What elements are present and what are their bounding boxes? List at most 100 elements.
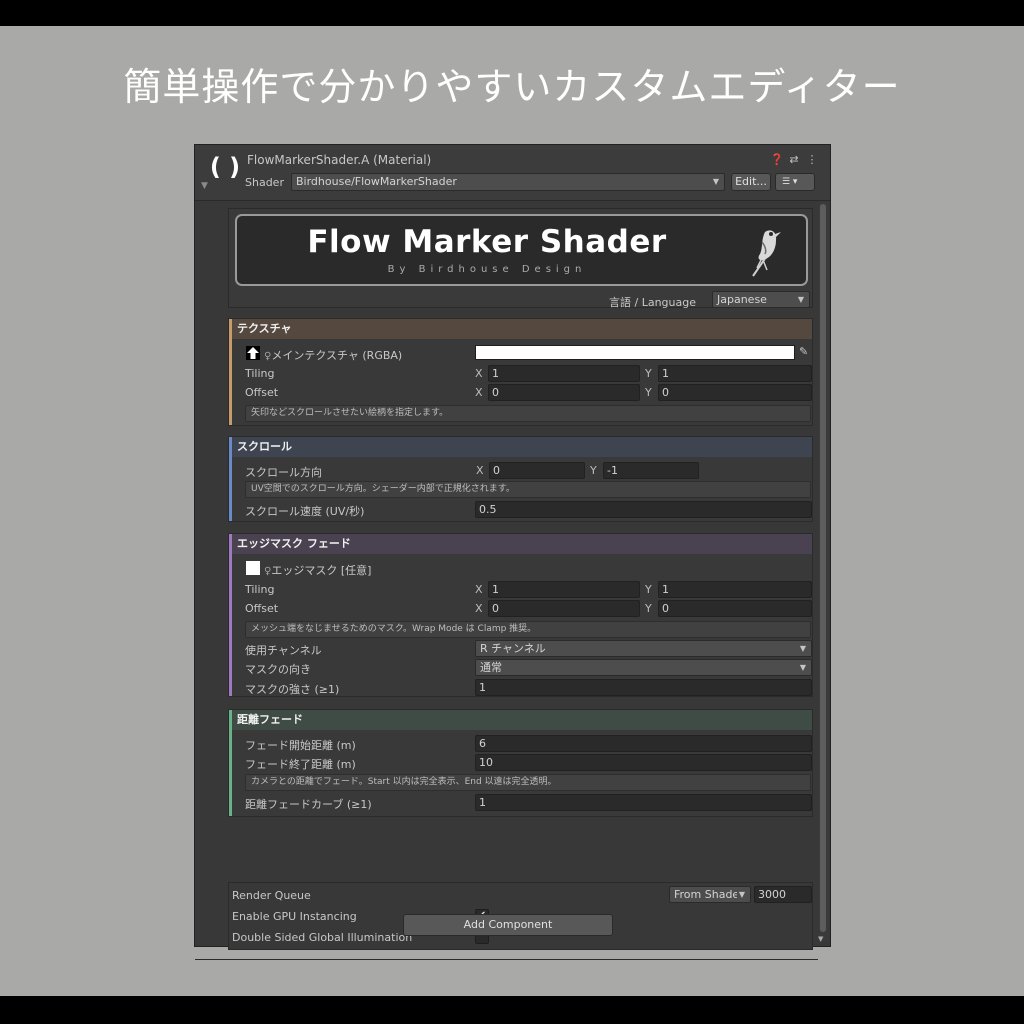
edge-mask-label: ♀エッジマスク [任意]	[264, 564, 372, 577]
chevron-down-icon: ▼	[712, 177, 719, 186]
mask-direction-label: マスクの向き	[245, 663, 311, 676]
scroll-down-icon[interactable]: ▼	[818, 935, 823, 943]
scroll-speed-label: スクロール速度 (UV/秒)	[245, 505, 365, 518]
scroll-speed-input[interactable]: 0.5	[475, 501, 812, 518]
render-queue-label: Render Queue	[232, 889, 311, 902]
fade-start-input[interactable]: 6	[475, 735, 812, 752]
fade-end-label: フェード終了距離 (m)	[245, 758, 356, 771]
unity-material-icon: ( )	[209, 153, 241, 181]
add-component-button[interactable]: Add Component	[403, 914, 613, 936]
axis-y-label: Y	[645, 583, 652, 596]
distance-fade-section: 距離フェード フェード開始距離 (m) 6 フェード終了距離 (m) 10 カメ…	[228, 709, 813, 817]
render-queue-mode-dropdown[interactable]: From Shader ▼	[669, 886, 751, 903]
bird-icon	[752, 230, 781, 277]
distance-fade-section-header[interactable]: 距離フェード	[229, 710, 812, 730]
channel-dropdown[interactable]: R チャンネル ▼	[475, 640, 812, 657]
arrow-texture-thumbnail[interactable]	[246, 346, 260, 360]
scroll-accent-bar	[229, 437, 232, 521]
channel-dropdown-value: R チャンネル	[480, 642, 546, 655]
texture-help-box: 矢印などスクロールさせたい絵柄を指定します。	[245, 405, 811, 422]
language-dropdown-value: Japanese	[717, 293, 767, 306]
mask-strength-label: マスクの強さ (≥1)	[245, 683, 340, 696]
texture-tiling-y-input[interactable]: 1	[658, 365, 812, 382]
edge-tiling-y-input[interactable]: 1	[658, 581, 812, 598]
eyedropper-icon[interactable]: ✎	[799, 345, 808, 358]
language-label: 言語 / Language	[609, 296, 696, 309]
distance-fade-accent-bar	[229, 710, 232, 816]
edge-offset-label: Offset	[245, 602, 279, 615]
axis-y-label: Y	[645, 602, 652, 615]
fade-start-label: フェード開始距離 (m)	[245, 739, 356, 752]
preset-icon[interactable]: ⇄	[788, 153, 800, 166]
material-title: FlowMarkerShader.A (Material)	[247, 153, 432, 167]
axis-x-label: X	[475, 386, 483, 399]
foldout-arrow-icon[interactable]: ▼	[201, 181, 208, 191]
banner-logo: Flow Marker Shader By Birdhouse Design	[235, 214, 808, 286]
material-inspector: ( ) ▼ FlowMarkerShader.A (Material) ❓ ⇄ …	[194, 144, 831, 960]
scroll-section: スクロール スクロール方向 X 0 Y -1 UV空間でのスクロール方向。シェー…	[228, 436, 813, 522]
texture-accent-bar	[229, 319, 232, 425]
chevron-down-icon: ▼	[797, 295, 804, 304]
scroll-section-header[interactable]: スクロール	[229, 437, 812, 457]
render-queue-input[interactable]: 3000	[754, 886, 812, 903]
shader-label: Shader	[245, 176, 284, 189]
texture-section: テクスチャ ♀メインテクスチャ (RGBA) ✎ Tiling X 1 Y 1 …	[228, 318, 813, 426]
edge-mask-section: エッジマスク フェード ♀エッジマスク [任意] Tiling X 1 Y 1 …	[228, 533, 813, 697]
edge-tiling-label: Tiling	[245, 583, 275, 596]
texture-offset-y-input[interactable]: 0	[658, 384, 812, 401]
fade-end-input[interactable]: 10	[475, 754, 812, 771]
edge-offset-x-input[interactable]: 0	[488, 600, 640, 617]
scroll-direction-x-input[interactable]: 0	[489, 462, 585, 479]
chevron-down-icon: ▼	[736, 887, 745, 902]
scrollbar-thumb[interactable]	[820, 204, 826, 932]
edge-mask-accent-bar	[229, 534, 232, 696]
headline: 簡単操作で分かりやすいカスタムエディター	[123, 65, 901, 109]
texture-offset-x-input[interactable]: 0	[488, 384, 640, 401]
scroll-direction-label: スクロール方向	[245, 466, 322, 479]
axis-x-label: X	[475, 583, 483, 596]
edge-mask-texture-thumbnail[interactable]	[246, 561, 260, 575]
language-dropdown[interactable]: Japanese ▼	[712, 291, 810, 308]
shader-dropdown[interactable]: Birdhouse/FlowMarkerShader ▼	[291, 173, 725, 191]
banner-title: Flow Marker Shader	[307, 224, 667, 260]
axis-y-label: Y	[590, 464, 597, 477]
fade-curve-label: 距離フェードカーブ (≥1)	[245, 798, 372, 811]
texture-offset-label: Offset	[245, 386, 279, 399]
main-color-field[interactable]	[475, 345, 795, 360]
edge-offset-y-input[interactable]: 0	[658, 600, 812, 617]
banner-area: Flow Marker Shader By Birdhouse Design 言…	[228, 208, 813, 309]
axis-x-label: X	[476, 464, 484, 477]
header-icons: ❓ ⇄ ⋮	[770, 153, 818, 166]
dsgi-label: Double Sided Global Illumination	[232, 931, 413, 944]
kebab-menu-icon[interactable]: ⋮	[806, 153, 818, 166]
main-texture-label: ♀メインテクスチャ (RGBA)	[264, 349, 403, 362]
help-icon[interactable]: ❓	[770, 153, 784, 166]
render-queue-mode-value: From Shader	[674, 888, 744, 901]
gpu-instancing-label: Enable GPU Instancing	[232, 910, 357, 923]
mask-direction-dropdown-value: 通常	[480, 661, 502, 674]
mask-strength-input[interactable]: 1	[475, 679, 812, 696]
shader-options-button[interactable]: ☰ ▾	[775, 173, 815, 191]
edge-mask-section-header[interactable]: エッジマスク フェード	[229, 534, 812, 554]
axis-x-label: X	[475, 367, 483, 380]
axis-y-label: Y	[645, 367, 652, 380]
axis-y-label: Y	[645, 386, 652, 399]
distance-help-box: カメラとの距離でフェード。Start 以内は完全表示、End 以遠は完全透明。	[245, 774, 811, 791]
divider	[195, 959, 818, 960]
mask-direction-dropdown[interactable]: 通常 ▼	[475, 659, 812, 676]
texture-tiling-label: Tiling	[245, 367, 275, 380]
edge-tiling-x-input[interactable]: 1	[488, 581, 640, 598]
inspector-header: ( ) ▼ FlowMarkerShader.A (Material) ❓ ⇄ …	[195, 145, 830, 201]
texture-section-header[interactable]: テクスチャ	[229, 319, 812, 339]
scroll-direction-y-input[interactable]: -1	[603, 462, 699, 479]
inspector-body: ▼ Flow Marker Shader By Birdhouse Design…	[195, 202, 830, 960]
chevron-down-icon: ▼	[799, 663, 806, 672]
scroll-help-box: UV空間でのスクロール方向。シェーダー内部で正規化されます。	[245, 481, 811, 498]
axis-x-label: X	[475, 602, 483, 615]
fade-curve-input[interactable]: 1	[475, 794, 812, 811]
edit-shader-button[interactable]: Edit...	[731, 173, 771, 191]
shader-dropdown-value: Birdhouse/FlowMarkerShader	[296, 175, 457, 188]
chevron-down-icon: ▼	[799, 644, 806, 653]
texture-tiling-x-input[interactable]: 1	[488, 365, 640, 382]
banner-subtitle: By Birdhouse Design	[387, 264, 587, 275]
